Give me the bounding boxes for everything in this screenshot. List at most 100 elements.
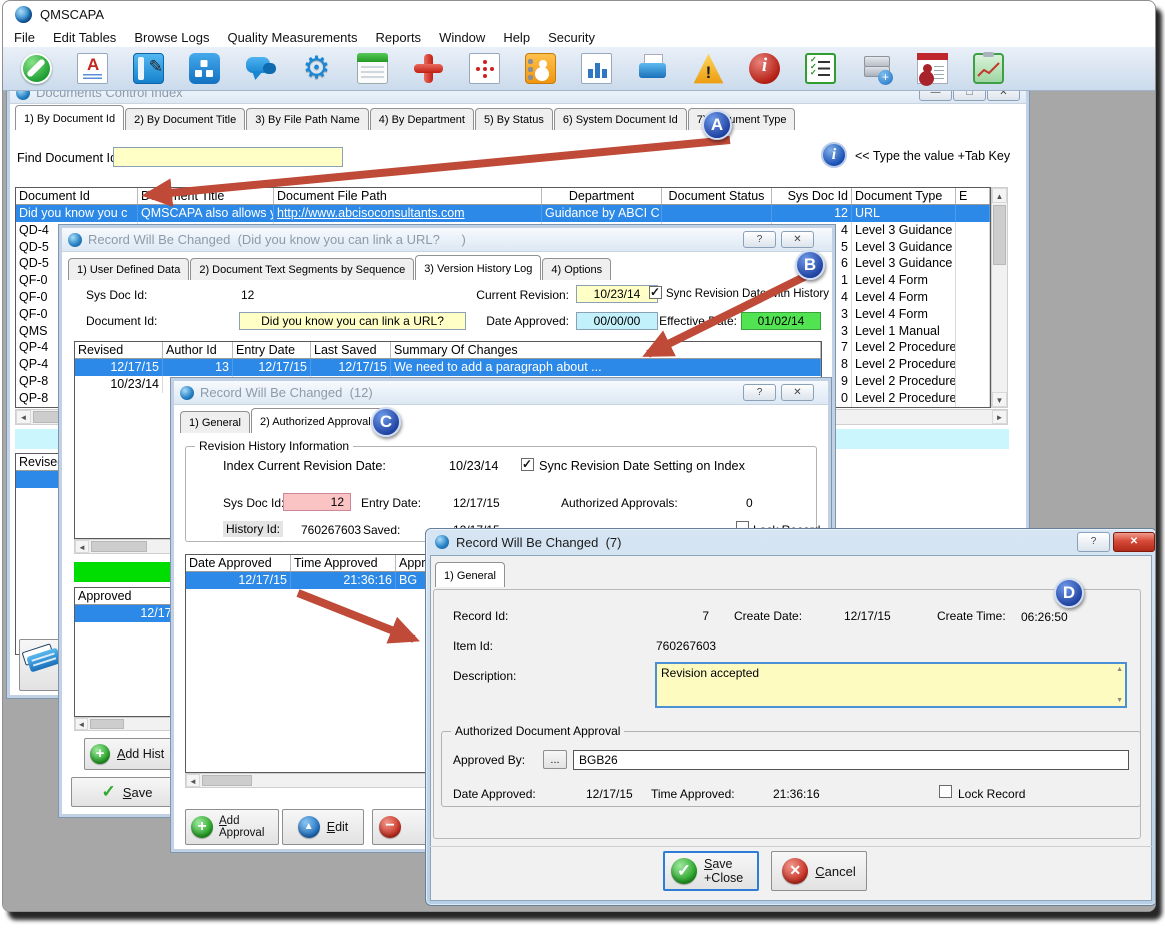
tab-document-text-segments[interactable]: 2) Document Text Segments by Sequence	[190, 258, 414, 280]
table-row[interactable]: Did you know you cQMSCAPA also allows yh…	[16, 205, 990, 222]
dialog-c-titlebar[interactable]: Record Will Be Changed (12)	[174, 381, 828, 405]
find-document-id-input[interactable]	[113, 147, 343, 167]
edit-button[interactable]: ▲ Edit	[282, 809, 364, 845]
maximize-icon[interactable]: □	[953, 91, 986, 101]
c-sys-doc-id-field[interactable]: 12	[283, 493, 351, 511]
table-cell-revised: 10/23/14	[75, 376, 163, 393]
version-history-header[interactable]: Revised Author Id Entry Date Last Saved …	[75, 342, 821, 359]
col-document-type[interactable]: Document Type	[852, 188, 956, 204]
notebook-edit-icon[interactable]	[133, 53, 164, 84]
documents-table-header[interactable]: Document Id Document Title Document File…	[16, 188, 990, 205]
tab-by-file-path-name[interactable]: 3) By File Path Name	[246, 108, 369, 130]
dialog-d-icon	[435, 535, 449, 549]
tab-user-defined-data[interactable]: 1) User Defined Data	[68, 258, 189, 280]
d-lock-record-checkbox[interactable]	[939, 785, 952, 798]
add-approval-button[interactable]: + Add Approval	[185, 809, 279, 845]
col-entry-date[interactable]: Entry Date	[233, 342, 311, 358]
col-time-approved[interactable]: Time Approved	[291, 555, 396, 571]
tab-by-department[interactable]: 4) By Department	[370, 108, 474, 130]
info-icon[interactable]	[749, 53, 780, 84]
menu-help[interactable]: Help	[494, 28, 539, 47]
dialog-d-titlebar[interactable]: Record Will Be Changed (7)	[426, 529, 1155, 555]
menu-window[interactable]: Window	[430, 28, 494, 47]
approved-by-input[interactable]: BGB26	[573, 750, 1129, 770]
dialog-b-close-button[interactable]: ✕	[781, 231, 814, 248]
menu-reports[interactable]: Reports	[367, 28, 431, 47]
chart-document-icon[interactable]	[581, 53, 612, 84]
clipboard-chart-icon[interactable]	[973, 53, 1004, 84]
col-department[interactable]: Department	[542, 188, 662, 204]
org-chart-icon[interactable]	[189, 53, 220, 84]
tab-by-document-id[interactable]: 1) By Document Id	[15, 105, 124, 130]
menu-browse-logs[interactable]: Browse Logs	[125, 28, 218, 47]
sync-revision-checkbox[interactable]	[649, 286, 662, 299]
tab-authorized-approvals[interactable]: 2) Authorized Approvals	[251, 408, 385, 433]
tab-d-general[interactable]: 1) General	[435, 562, 505, 587]
save-button[interactable]: ✓ Save	[71, 777, 183, 807]
add-plus-icon[interactable]	[413, 53, 444, 84]
col-summary[interactable]: Summary Of Changes	[391, 342, 821, 358]
block-icon[interactable]	[21, 53, 52, 84]
col-date-approved[interactable]: Date Approved	[186, 555, 291, 571]
scroll-down-icon[interactable]: ▼	[1116, 697, 1123, 704]
dialog-d-help-button[interactable]: ?	[1077, 532, 1110, 552]
table-cell-summary: We need to add a paragraph about ...	[391, 359, 821, 376]
tab-by-status[interactable]: 5) By Status	[475, 108, 553, 130]
tab-general[interactable]: 1) General	[180, 411, 250, 433]
dots-document-icon[interactable]	[469, 53, 500, 84]
menu-quality-measurements[interactable]: Quality Measurements	[218, 28, 366, 47]
minimize-icon[interactable]: —	[919, 91, 952, 101]
documents-vscrollbar[interactable]: ▲ ▼	[991, 187, 1008, 408]
date-approved-field[interactable]: 00/00/00	[576, 312, 658, 330]
tab-by-document-title[interactable]: 2) By Document Title	[125, 108, 245, 130]
contacts-book-icon[interactable]	[525, 53, 556, 84]
col-e[interactable]: E	[956, 188, 990, 204]
current-revision-field[interactable]: 10/23/14	[576, 285, 658, 303]
document-id-field[interactable]: Did you know you can link a URL?	[239, 312, 466, 330]
col-revised[interactable]: Revised	[75, 342, 163, 358]
description-textarea[interactable]: Revision accepted ▲ ▼	[655, 662, 1127, 708]
tab-version-history-log[interactable]: 3) Version History Log	[415, 255, 541, 280]
printer-icon[interactable]	[637, 53, 668, 84]
checklist-icon[interactable]	[805, 53, 836, 84]
menu-security[interactable]: Security	[539, 28, 604, 47]
dialog-d-close-button[interactable]: ✕	[1113, 532, 1155, 552]
col-document-title[interactable]: Document Title	[138, 188, 274, 204]
col-document-file-path[interactable]: Document File Path	[274, 188, 542, 204]
effective-date-field[interactable]: 01/02/14	[741, 312, 821, 330]
sync-index-checkbox[interactable]	[521, 458, 534, 471]
table-row[interactable]: 12/17/151312/17/1512/17/15We need to add…	[75, 359, 821, 376]
calendar-icon[interactable]	[357, 53, 388, 84]
col-document-status[interactable]: Document Status	[662, 188, 772, 204]
dialog-c-icon	[180, 386, 194, 400]
settings-gear-icon[interactable]: ⚙	[301, 53, 332, 84]
col-sys-doc-id[interactable]: Sys Doc Id	[772, 188, 852, 204]
create-date-label: Create Date:	[734, 609, 802, 623]
browse-approver-button[interactable]: ...	[543, 750, 567, 769]
close-icon[interactable]: ✕	[987, 91, 1020, 101]
table-cell-e	[956, 222, 990, 239]
menu-file[interactable]: File	[5, 28, 44, 47]
doc-window-titlebar[interactable]: Documents Control Index	[10, 91, 1026, 104]
dialog-b-titlebar[interactable]: Record Will Be Changed (Did you know you…	[62, 228, 832, 252]
warning-icon[interactable]	[693, 53, 724, 84]
dialog-c-close-button[interactable]: ✕	[781, 384, 814, 401]
tab-options[interactable]: 4) Options	[542, 258, 611, 280]
tab-system-document-id[interactable]: 6) System Document Id	[554, 108, 687, 130]
dialog-c-help-button[interactable]: ?	[743, 384, 776, 401]
person-card-icon[interactable]	[917, 53, 948, 84]
adobe-document-icon[interactable]	[77, 53, 108, 84]
add-history-button[interactable]: + Add Hist	[84, 738, 184, 770]
dialog-b-help-button[interactable]: ?	[743, 231, 776, 248]
save-close-button[interactable]: ✓ Save +Close	[663, 851, 759, 891]
cancel-button[interactable]: ✕ Cancel	[771, 851, 867, 891]
col-author-id[interactable]: Author Id	[163, 342, 233, 358]
col-last-saved[interactable]: Last Saved	[311, 342, 391, 358]
scroll-up-icon[interactable]: ▲	[1116, 666, 1123, 673]
menu-edit-tables[interactable]: Edit Tables	[44, 28, 125, 47]
save-label: Save	[123, 785, 153, 800]
chat-icon[interactable]	[245, 53, 276, 84]
database-add-icon[interactable]: +	[861, 53, 892, 84]
table-cell-e	[956, 306, 990, 323]
col-document-id[interactable]: Document Id	[16, 188, 138, 204]
